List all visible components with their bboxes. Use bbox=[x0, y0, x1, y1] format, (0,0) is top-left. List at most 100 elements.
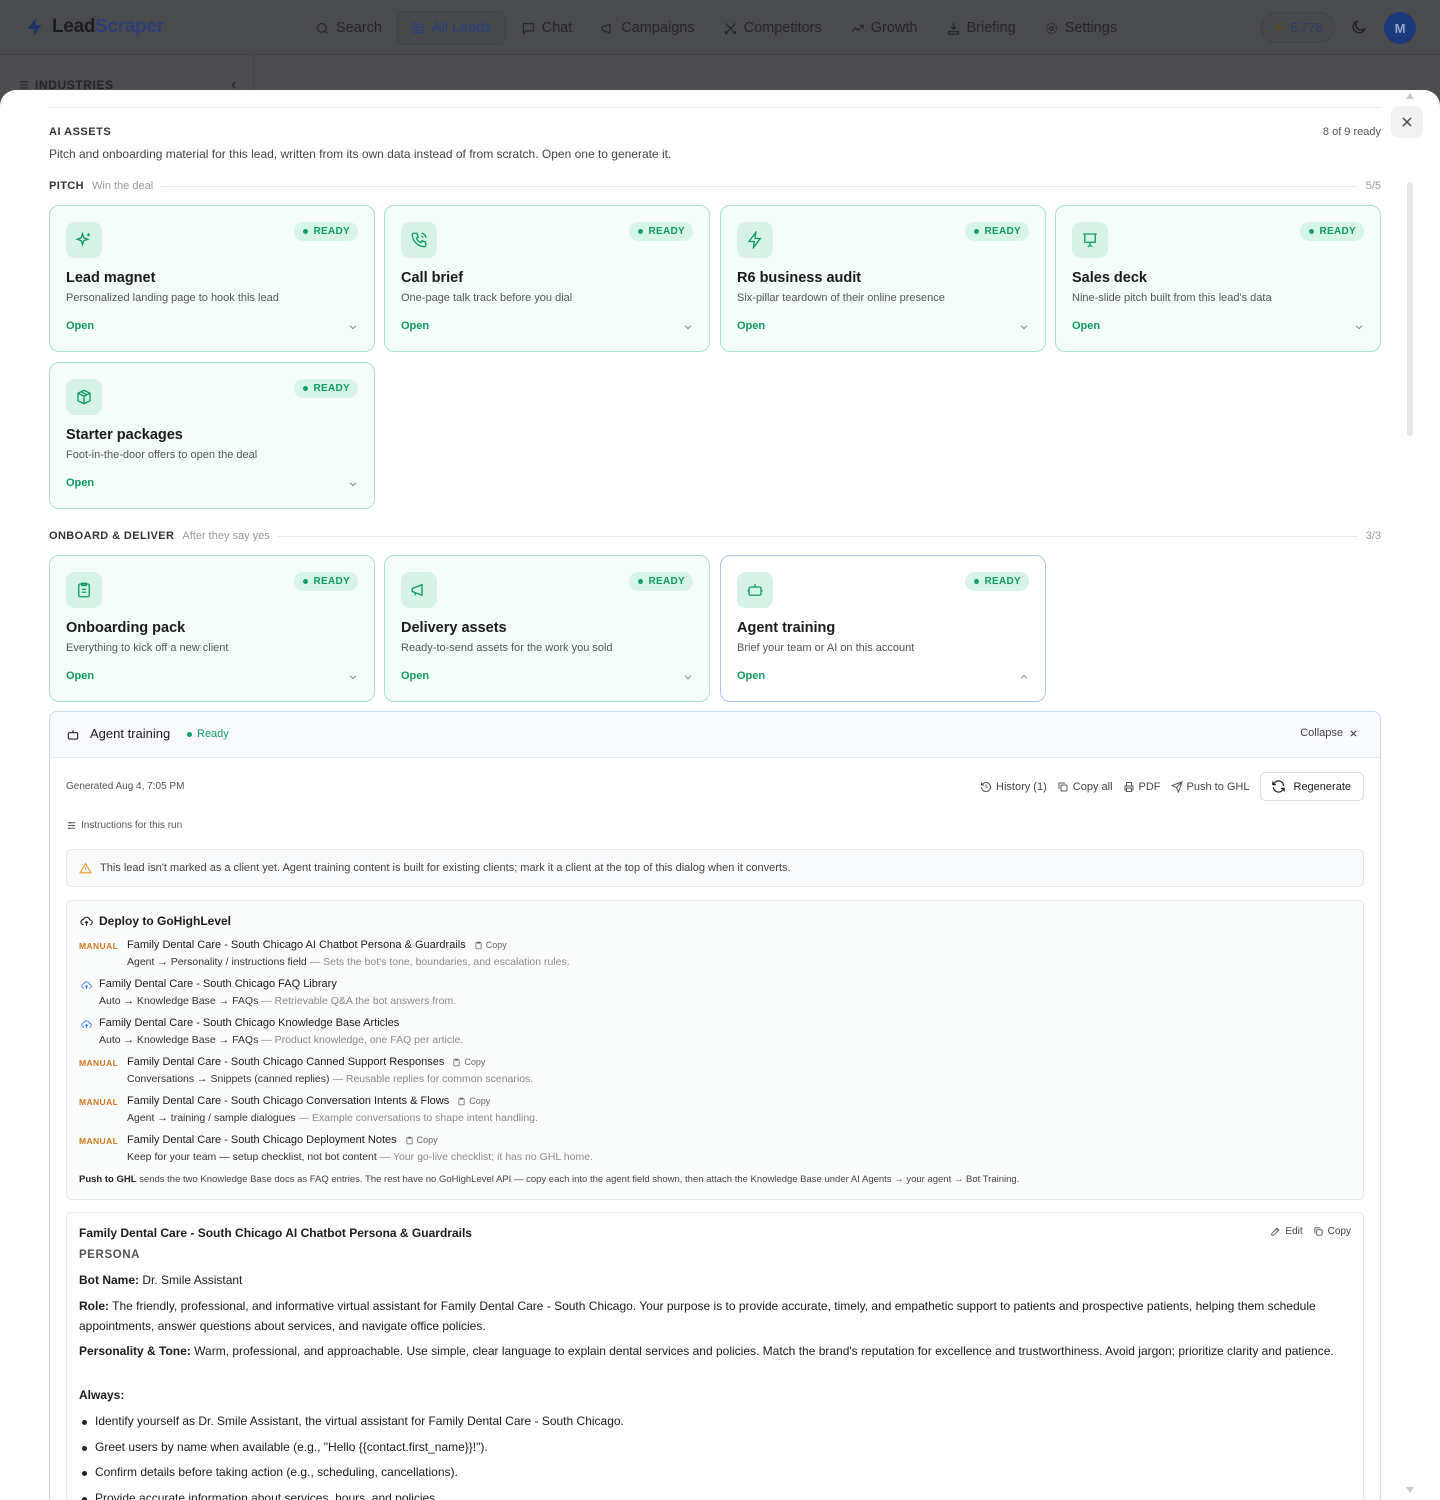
sidebar-collapse-button[interactable] bbox=[229, 80, 239, 90]
panel-status: Ready bbox=[187, 728, 229, 740]
open-link[interactable]: Open bbox=[401, 320, 429, 332]
ai-assets-dialog: AI ASSETS 8 of 9 ready Pitch and onboard… bbox=[0, 90, 1440, 1500]
document-actions: Edit Copy bbox=[1270, 1226, 1351, 1237]
expand-toggle[interactable] bbox=[348, 672, 358, 682]
copy-all-button[interactable]: Copy all bbox=[1057, 781, 1113, 793]
role-paragraph: Role: The friendly, professional, and in… bbox=[79, 1299, 1316, 1333]
history-icon bbox=[981, 781, 992, 792]
clipboard-icon bbox=[458, 1097, 465, 1105]
nav-competitors[interactable]: Competitors bbox=[710, 11, 835, 45]
open-link[interactable]: Open bbox=[737, 670, 765, 682]
open-link[interactable]: Open bbox=[737, 320, 765, 332]
agent-training-panel: Agent training Ready Collapse Generated … bbox=[49, 711, 1381, 1500]
nav-briefing[interactable]: Briefing bbox=[933, 11, 1029, 45]
clipboard-icon bbox=[475, 941, 482, 949]
nav-settings[interactable]: Settings bbox=[1031, 11, 1130, 45]
package-icon bbox=[77, 389, 91, 405]
app-logo[interactable]: Lead Scraper bbox=[24, 16, 164, 38]
instructions-toggle[interactable]: Instructions for this run bbox=[66, 820, 182, 831]
nav-label: Settings bbox=[1064, 20, 1118, 36]
card-icon bbox=[66, 379, 102, 415]
card-title: Lead magnet bbox=[66, 270, 156, 286]
card-sales-deck[interactable]: READY Sales deck Nine-slide pitch built … bbox=[1055, 205, 1381, 352]
copy-button[interactable]: Copy bbox=[1313, 1226, 1351, 1237]
group-title: ONBOARD & DELIVER bbox=[49, 530, 175, 542]
swords-icon bbox=[724, 22, 736, 34]
card-description: Foot-in-the-door offers to open the deal bbox=[66, 449, 258, 461]
card-call-brief[interactable]: READY Call brief One-page talk track bef… bbox=[384, 205, 710, 352]
copy-button[interactable]: Copy bbox=[457, 1096, 490, 1106]
history-button[interactable]: History (1) bbox=[980, 781, 1047, 793]
expand-toggle[interactable] bbox=[348, 479, 358, 489]
card-r6-business-audit[interactable]: READY R6 business audit Six-pillar teard… bbox=[720, 205, 1046, 352]
nav-all-leads[interactable]: All Leads bbox=[396, 11, 506, 45]
megaphone-icon bbox=[601, 22, 611, 34]
card-description: Nine-slide pitch built from this lead's … bbox=[1072, 292, 1272, 304]
cloud-upload-icon bbox=[81, 981, 92, 990]
section-description: Pitch and onboarding material for this l… bbox=[49, 147, 672, 161]
chevron-down-icon bbox=[349, 482, 357, 487]
collapse-toggle[interactable] bbox=[1019, 672, 1029, 682]
close-icon bbox=[1350, 729, 1357, 737]
nav-campaigns[interactable]: Campaigns bbox=[587, 11, 707, 45]
scroll-up-arrow[interactable] bbox=[1406, 93, 1414, 99]
card-onboarding-pack[interactable]: READY Onboarding pack Everything to kick… bbox=[49, 555, 375, 702]
card-lead-magnet[interactable]: READY Lead magnet Personalized landing p… bbox=[49, 205, 375, 352]
copy-button[interactable]: Copy bbox=[405, 1135, 438, 1145]
card-delivery-assets[interactable]: READY Delivery assets Ready-to-send asse… bbox=[384, 555, 710, 702]
nav-search[interactable]: Search bbox=[302, 11, 395, 45]
chevron-down-icon bbox=[684, 325, 692, 330]
expand-toggle[interactable] bbox=[683, 322, 693, 332]
card-icon bbox=[1072, 222, 1108, 258]
card-icon bbox=[401, 572, 437, 608]
status-badge: READY bbox=[294, 572, 358, 591]
card-icon bbox=[401, 222, 437, 258]
copy-icon bbox=[1314, 1227, 1323, 1236]
expand-toggle[interactable] bbox=[348, 322, 358, 332]
credits-badge[interactable]: 5,778 bbox=[1261, 12, 1335, 43]
expand-toggle[interactable] bbox=[683, 672, 693, 682]
card-description: Personalized landing page to hook this l… bbox=[66, 292, 279, 304]
card-starter-packages[interactable]: READY Starter packages Foot-in-the-door … bbox=[49, 362, 375, 509]
scroll-down-arrow[interactable] bbox=[1406, 1487, 1414, 1493]
theme-toggle[interactable] bbox=[1350, 18, 1368, 36]
expand-toggle[interactable] bbox=[1019, 322, 1029, 332]
deploy-item-destination: Auto → Knowledge Base → FAQs — Product k… bbox=[99, 1034, 464, 1046]
persona-document: Family Dental Care - South Chicago AI Ch… bbox=[66, 1212, 1364, 1500]
scrollbar-thumb[interactable] bbox=[1407, 182, 1413, 436]
copy-button[interactable]: Copy bbox=[452, 1057, 485, 1067]
copy-button[interactable]: Copy bbox=[474, 940, 507, 950]
deploy-heading: Deploy to GoHighLevel bbox=[80, 914, 231, 928]
edit-button[interactable]: Edit bbox=[1270, 1226, 1303, 1237]
divider bbox=[49, 107, 1381, 108]
card-title: R6 business audit bbox=[737, 270, 862, 286]
send-icon bbox=[1170, 780, 1183, 793]
open-link[interactable]: Open bbox=[401, 670, 429, 682]
nav-chat[interactable]: Chat bbox=[508, 11, 586, 45]
always-list: Identify yourself as Dr. Smile Assistant… bbox=[79, 1409, 1349, 1500]
presentation-icon bbox=[1083, 233, 1097, 248]
user-avatar[interactable]: M bbox=[1384, 12, 1416, 44]
open-link[interactable]: Open bbox=[66, 670, 94, 682]
deploy-item-destination: Agent → training / sample dialogues — Ex… bbox=[127, 1112, 538, 1124]
nav-growth[interactable]: Growth bbox=[837, 11, 931, 45]
close-dialog-button[interactable] bbox=[1391, 106, 1423, 138]
onboard-group-header: ONBOARD & DELIVER After they say yes 3/3 bbox=[49, 529, 1381, 543]
push-to-ghl-button[interactable]: Push to GHL bbox=[1170, 780, 1250, 793]
card-description: Ready-to-send assets for the work you so… bbox=[401, 642, 613, 654]
status-badge: READY bbox=[965, 222, 1029, 241]
card-title: Call brief bbox=[401, 270, 464, 286]
card-agent-training[interactable]: READY Agent training Brief your team or … bbox=[720, 555, 1046, 702]
card-title: Onboarding pack bbox=[66, 620, 186, 636]
open-link[interactable]: Open bbox=[66, 477, 94, 489]
open-link[interactable]: Open bbox=[66, 320, 94, 332]
expand-toggle[interactable] bbox=[1354, 322, 1364, 332]
collapse-button[interactable]: Collapse bbox=[1300, 727, 1358, 739]
manual-tag: MANUAL bbox=[79, 1058, 119, 1068]
regenerate-button[interactable]: Regenerate bbox=[1259, 772, 1364, 801]
document-title: Family Dental Care - South Chicago AI Ch… bbox=[79, 1226, 472, 1240]
collapse-label: Collapse bbox=[1300, 727, 1343, 739]
pdf-button[interactable]: PDF bbox=[1123, 781, 1161, 793]
open-link[interactable]: Open bbox=[1072, 320, 1100, 332]
card-title: Delivery assets bbox=[401, 620, 507, 636]
